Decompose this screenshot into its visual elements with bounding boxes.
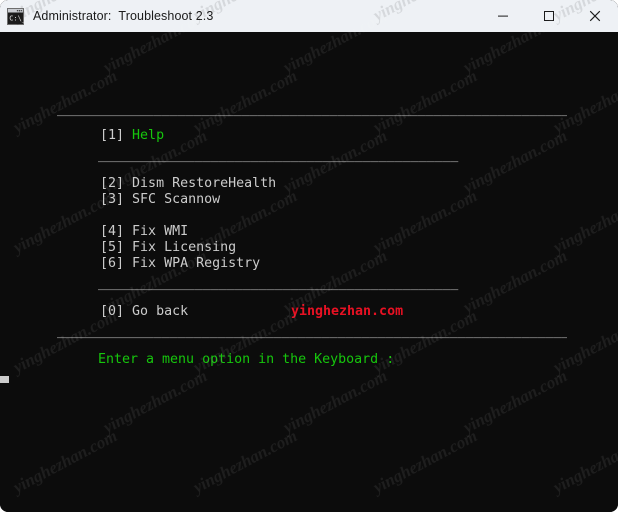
menu-item-0-key: [0] — [100, 304, 125, 319]
menu-item-4[interactable]: [4] Fix WMI — [100, 224, 188, 240]
block-cursor — [0, 376, 9, 383]
separator-line-2: ________________________________________… — [98, 148, 459, 163]
window-controls — [480, 0, 618, 32]
menu-item-1-key: [1] — [100, 128, 125, 143]
menu-item-4-key: [4] — [100, 224, 125, 239]
menu-item-6-label: Fix WPA Registry — [132, 256, 261, 271]
maximize-icon — [544, 11, 554, 21]
menu-item-1[interactable]: [1] Help — [100, 128, 164, 144]
inline-watermark-text: yinghezhan.com — [291, 304, 404, 319]
maximize-button[interactable] — [526, 0, 572, 32]
console-output[interactable]: ________________________________________… — [0, 32, 618, 512]
menu-item-5[interactable]: [5] Fix Licensing — [100, 240, 236, 256]
console-icon: C:\_ — [7, 7, 27, 25]
menu-item-2-label: Dism RestoreHealth — [132, 176, 277, 191]
separator-line-4: ________________________________________… — [57, 324, 567, 339]
prompt-text: Enter a menu option in the Keyboard : — [98, 352, 395, 367]
minimize-button[interactable] — [480, 0, 526, 32]
close-icon — [589, 10, 601, 22]
separator-line-1: ________________________________________… — [57, 102, 567, 117]
menu-item-3-label: SFC Scannow — [132, 192, 221, 207]
minimize-icon — [498, 15, 508, 17]
menu-item-0[interactable]: [0] Go back — [100, 304, 188, 320]
menu-item-3[interactable]: [3] SFC Scannow — [100, 192, 220, 208]
menu-item-2[interactable]: [2] Dism RestoreHealth — [100, 176, 276, 192]
window-title: Administrator: Troubleshoot 2.3 — [33, 9, 214, 23]
console-window: C:\_ Administrator: Troubleshoot 2.3 — [0, 0, 618, 512]
separator-line-3: ________________________________________… — [98, 276, 459, 291]
svg-text:C:\_: C:\_ — [9, 14, 24, 22]
close-button[interactable] — [572, 0, 618, 32]
menu-item-5-label: Fix Licensing — [132, 240, 237, 255]
menu-item-5-key: [5] — [100, 240, 125, 255]
menu-item-2-key: [2] — [100, 176, 125, 191]
menu-item-3-key: [3] — [100, 192, 125, 207]
menu-item-6-key: [6] — [100, 256, 125, 271]
menu-item-4-label: Fix WMI — [132, 224, 189, 239]
title-bar[interactable]: C:\_ Administrator: Troubleshoot 2.3 — [0, 0, 618, 32]
menu-item-1-label: Help — [132, 128, 165, 143]
menu-item-6[interactable]: [6] Fix WPA Registry — [100, 256, 260, 272]
menu-item-0-label: Go back — [132, 304, 189, 319]
